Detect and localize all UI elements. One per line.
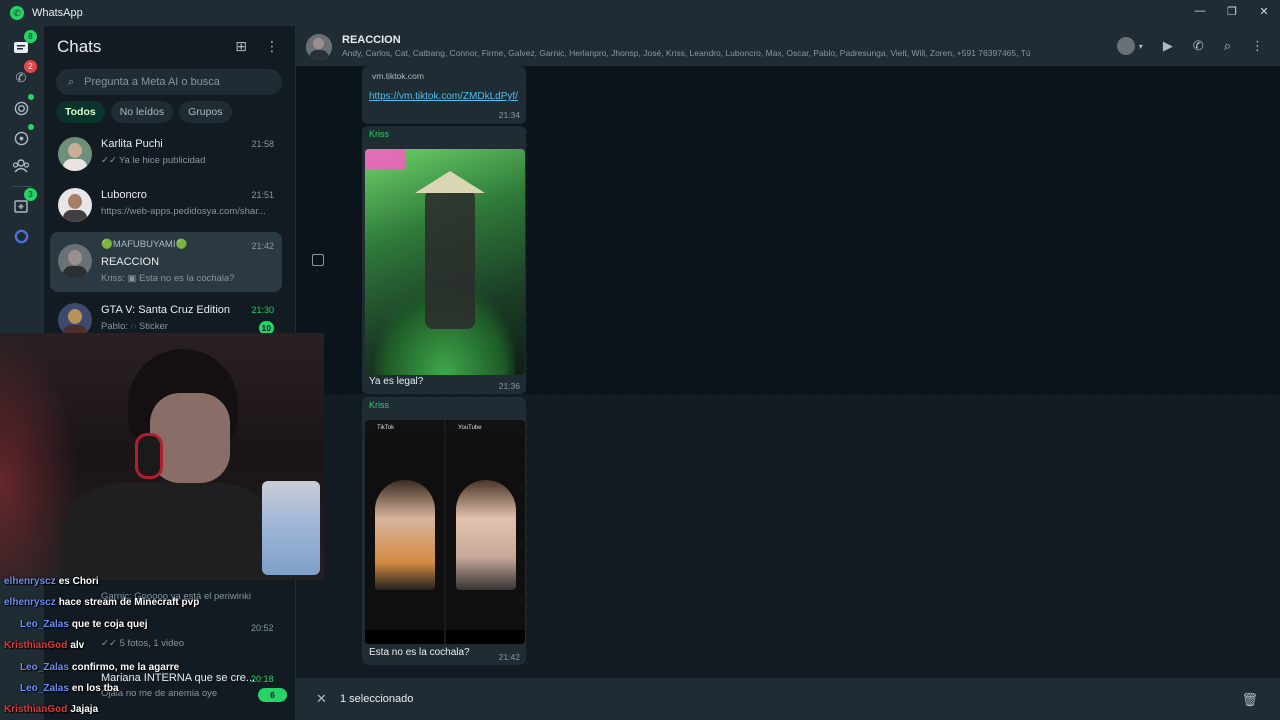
group-avatar[interactable] bbox=[306, 34, 332, 60]
search-input[interactable]: ⌕ Pregunta a Meta AI o busca bbox=[56, 69, 282, 95]
chat-time: 21:42 bbox=[251, 241, 274, 251]
message-bubble[interactable]: vm.tiktok.com https://vm.tiktok.com/ZMDk… bbox=[362, 66, 526, 124]
group-name: REACCION bbox=[342, 34, 401, 46]
app-title: WhatsApp bbox=[32, 7, 83, 19]
chat-name: GTA V: Santa Cruz Edition bbox=[101, 304, 231, 316]
avatar bbox=[58, 303, 92, 337]
message-image[interactable] bbox=[365, 149, 525, 375]
tiktok-label: TikTok bbox=[365, 420, 444, 438]
stream-chat-line: elhenryscz es Chori bbox=[4, 576, 99, 587]
stream-chat-line: Leo_Zalas en los tba bbox=[20, 683, 119, 694]
video-call-icon[interactable]: ▶ bbox=[1163, 38, 1173, 54]
chat-preview: https://web-apps.pedidosya.com/shar... bbox=[101, 206, 266, 217]
chat-preview: Pablo: ◌ Sticker bbox=[101, 321, 168, 332]
chat-item[interactable]: Karlita Puchi 21:58 ✓✓ Ya le hice publici… bbox=[50, 130, 282, 178]
chat-preview: Kriss: ▣ Esta no es la cochala? bbox=[101, 273, 235, 284]
headset-icon bbox=[135, 433, 163, 479]
stream-chat-line: Leo_Zalas confirmo, me la agarre bbox=[20, 662, 180, 673]
message-bubble[interactable]: Kriss Ya es legal? 21:36 bbox=[362, 126, 526, 394]
selection-count: 1 seleccionado bbox=[340, 693, 414, 705]
menu-dots-icon[interactable]: ⋮ bbox=[265, 38, 279, 55]
filter-groups-chip[interactable]: Grupos bbox=[179, 101, 232, 123]
chats-unread-badge: 8 bbox=[24, 30, 37, 43]
message-bubble-selected[interactable]: Kriss TikTok YouTube Esta no es la cocha… bbox=[362, 397, 526, 665]
chat-preview: ✓✓ Ya le hice publicidad bbox=[101, 155, 206, 166]
conversation-header[interactable]: REACCION Andy, Carlos, Cat, Catbang, Con… bbox=[296, 26, 1280, 66]
message-link[interactable]: https://vm.tiktok.com/ZMDkLdPyf/ bbox=[369, 91, 518, 102]
status-icon bbox=[14, 101, 28, 115]
chat-item-selected[interactable]: 🟢MAFUBUYAMI🟢 REACCION 21:42 Kriss: ▣ Est… bbox=[50, 232, 282, 292]
calls-missed-badge: 2 bbox=[24, 60, 37, 73]
filter-all-chip[interactable]: Todos bbox=[56, 101, 105, 123]
search-placeholder: Pregunta a Meta AI o busca bbox=[84, 76, 220, 88]
calls-nav-button[interactable]: ✆ 2 bbox=[9, 60, 37, 90]
message-time: 21:42 bbox=[498, 652, 520, 662]
meta-ai-icon bbox=[14, 229, 28, 243]
close-icon[interactable]: ✕ bbox=[316, 691, 330, 707]
tumbler-cup bbox=[262, 481, 320, 575]
meta-ai-nav-button[interactable] bbox=[9, 224, 33, 248]
stream-chat-line: KristhianGod alv bbox=[4, 640, 85, 651]
chat-name-prefix: 🟢MAFUBUYAMI🟢 bbox=[101, 239, 188, 250]
status-new-dot bbox=[28, 94, 34, 100]
chat-name: Karlita Puchi bbox=[101, 138, 163, 150]
voice-call-icon[interactable]: ✆ bbox=[1193, 38, 1204, 54]
message-select-checkbox[interactable] bbox=[312, 254, 324, 266]
read-ticks-icon: ✓✓ bbox=[101, 155, 117, 166]
stream-chat-line: elhenryscz hace stream de Minecraft pvp bbox=[4, 597, 200, 608]
channels-new-dot bbox=[28, 124, 34, 130]
search-icon[interactable]: ⌕ bbox=[1224, 38, 1231, 54]
message-caption: Ya es legal? bbox=[369, 376, 424, 387]
minimize-button[interactable]: — bbox=[1184, 0, 1216, 22]
avatar bbox=[58, 137, 92, 171]
chevron-down-icon[interactable]: ▾ bbox=[1139, 42, 1143, 51]
rail-divider bbox=[12, 186, 32, 187]
stream-chat-overlay: elhenryscz es Chori elhenryscz hace stream… bbox=[0, 574, 300, 720]
chat-name: Luboncro bbox=[101, 189, 147, 201]
message-time: 21:36 bbox=[498, 381, 520, 391]
archive-icon bbox=[14, 200, 28, 213]
menu-dots-icon[interactable]: ⋮ bbox=[1251, 38, 1264, 54]
chat-time: 21:58 bbox=[251, 139, 274, 149]
whatsapp-logo-icon: ✆ bbox=[10, 6, 24, 20]
link-preview-domain: vm.tiktok.com bbox=[372, 71, 424, 81]
chat-time: 21:51 bbox=[251, 190, 274, 200]
chats-nav-button[interactable]: 8 bbox=[9, 30, 37, 60]
archived-nav-button[interactable]: 3 bbox=[9, 188, 37, 218]
new-chat-icon[interactable]: ⊞ bbox=[235, 38, 247, 55]
chats-heading: Chats bbox=[57, 37, 102, 56]
communities-nav-button[interactable] bbox=[9, 154, 33, 178]
message-time: 21:34 bbox=[498, 110, 520, 120]
avatar bbox=[58, 188, 92, 222]
channels-nav-button[interactable] bbox=[9, 124, 34, 150]
selection-toolbar: ✕ 1 seleccionado 🗑 bbox=[296, 678, 1280, 720]
search-icon: ⌕ bbox=[68, 75, 75, 88]
stream-chat-line: Leo_Zalas que te coja quej bbox=[20, 619, 148, 630]
stream-chat-line: KristhianGod Jajaja bbox=[4, 704, 99, 715]
chat-icon bbox=[14, 42, 28, 53]
phone-icon: ✆ bbox=[15, 70, 27, 85]
group-members: Andy, Carlos, Cat, Catbang, Connor, Firm… bbox=[342, 48, 1031, 58]
youtube-label: YouTube bbox=[446, 420, 525, 438]
message-sender: Kriss bbox=[369, 129, 389, 139]
maximize-button[interactable]: ❐ bbox=[1216, 0, 1248, 22]
group-avatar bbox=[58, 244, 92, 278]
status-nav-button[interactable] bbox=[9, 94, 34, 120]
chat-name: REACCION bbox=[101, 256, 160, 268]
filter-unread-chip[interactable]: No leídos bbox=[110, 101, 174, 123]
chat-item[interactable]: Luboncro 21:51 https://web-apps.pedidosy… bbox=[50, 181, 282, 229]
chat-time: 21:30 bbox=[251, 305, 274, 315]
message-sender: Kriss bbox=[369, 400, 389, 410]
trash-icon[interactable]: 🗑 bbox=[1241, 692, 1258, 708]
message-caption: Esta no es la cochala? bbox=[369, 647, 470, 658]
conversation-panel: REACCION Andy, Carlos, Cat, Catbang, Con… bbox=[296, 26, 1280, 720]
webcam-overlay bbox=[0, 333, 324, 580]
close-window-button[interactable]: ✕ bbox=[1248, 0, 1280, 22]
channels-icon bbox=[14, 131, 28, 145]
message-image[interactable]: TikTok YouTube bbox=[365, 420, 525, 644]
title-bar: ✆ WhatsApp — ❐ ✕ bbox=[0, 0, 1280, 26]
archived-badge: 3 bbox=[24, 188, 37, 201]
participant-avatar[interactable] bbox=[1116, 37, 1135, 55]
communities-icon bbox=[12, 159, 30, 173]
